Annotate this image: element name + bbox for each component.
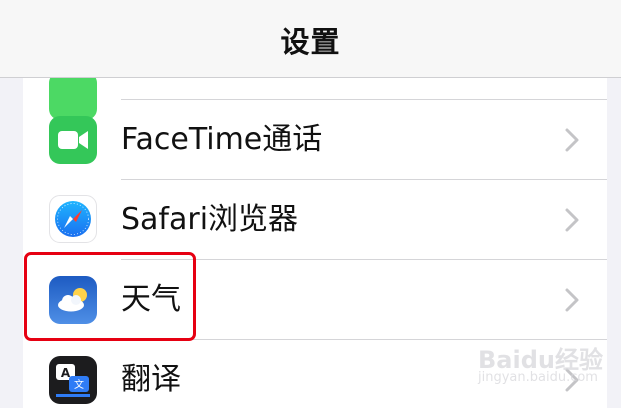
chevron-right-icon: [565, 288, 579, 312]
facetime-icon: [49, 116, 97, 164]
navigation-bar: 设置: [0, 0, 621, 78]
settings-row-facetime[interactable]: FaceTime通话: [23, 100, 607, 180]
page-title: 设置: [280, 24, 341, 59]
settings-row-label: Safari浏览器: [121, 202, 299, 237]
svg-text:文: 文: [74, 378, 84, 391]
translate-icon: A 文: [49, 356, 97, 404]
settings-row-label: FaceTime通话: [121, 122, 323, 157]
settings-row-partial[interactable]: [23, 78, 607, 120]
settings-row-safari[interactable]: Safari浏览器: [23, 180, 607, 260]
safari-icon: [49, 195, 97, 243]
chevron-right-icon: [565, 128, 579, 152]
watermark-subtext: jingyan.baidu.com: [478, 370, 598, 385]
settings-row-label: 翻译: [121, 362, 181, 397]
baidu-watermark: Baidu经验 jingyan.baidu.com: [478, 340, 608, 390]
chevron-right-icon: [565, 208, 579, 232]
highlight-box: [24, 252, 196, 341]
